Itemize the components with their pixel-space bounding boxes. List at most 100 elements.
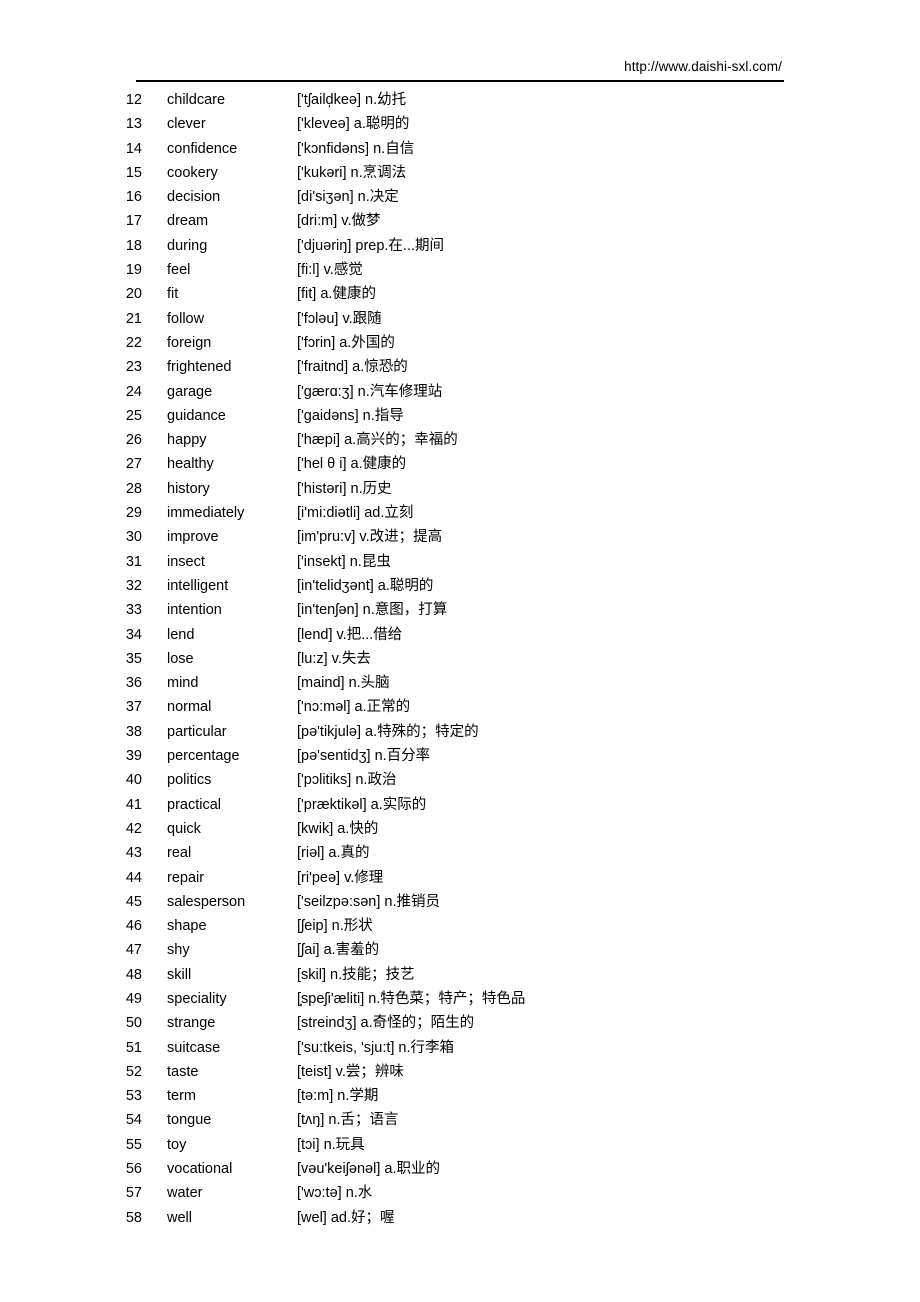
entry-number: 47 [125,942,142,959]
entry-number: 45 [125,893,142,910]
vocabulary-entry: 42 quick [kwik] a.快的 [0,817,920,841]
entry-definition: [pə'tikjulə] a.特殊的；特定的 [297,723,479,740]
vocabulary-entry: 22 foreign ['fɔrin] a.外国的 [0,331,920,355]
entry-number: 39 [125,748,142,765]
vocabulary-entry: 17 dream [dri:m] v.做梦 [0,209,920,233]
entry-word: suitcase [167,1039,221,1056]
entry-definition: [tʌŋ] n.舌；语言 [297,1112,399,1129]
vocabulary-entry: 14 confidence ['kɔnfidəns] n.自信 [0,137,920,161]
vocabulary-entry: 48 skill [skil] n.技能；技艺 [0,963,920,987]
entry-word: lose [167,650,194,667]
entry-word: decision [167,189,221,206]
entry-definition: [ʃai] a.害羞的 [297,942,380,959]
entry-number: 15 [125,164,142,181]
entry-definition: [fi:l] v.感觉 [297,262,363,279]
entry-number: 18 [125,237,142,254]
entry-definition: ['seilzpə:sən] n.推销员 [297,893,440,910]
vocabulary-entry: 37 normal ['nɔ:məl] a.正常的 [0,695,920,719]
entry-word: real [167,845,192,862]
entry-number: 54 [125,1112,142,1129]
entry-definition: [in'tenʃən] n.意图，打算 [297,602,448,619]
entry-word: practical [167,796,221,813]
entry-number: 27 [125,456,142,473]
entry-definition: [lu:z] v.失去 [297,650,371,667]
entry-word: happy [167,432,207,449]
entry-definition: [maind] n.头脑 [297,675,390,692]
entry-word: term [167,1088,196,1105]
entry-number: 26 [125,432,142,449]
vocabulary-entry: 19 feel [fi:l] v.感觉 [0,258,920,282]
document-page: http://www.daishi-sxl.com/ 12 childcare ['… [0,0,920,1302]
vocabulary-entry: 46 shape [ʃeip] n.形状 [0,914,920,938]
vocabulary-entry: 21 follow ['fɔləu] v.跟随 [0,307,920,331]
entry-number: 32 [125,577,142,594]
entry-definition: [̦speʃi'æliti] n.特色菜；特产；特色品 [297,990,526,1007]
vocabulary-entry: 38 particular [pə'tikjulə] a.特殊的；特定的 [0,720,920,744]
entry-word: normal [167,699,212,716]
entry-definition: ['fraitnd] a.惊恐的 [297,359,408,376]
entry-number: 37 [125,699,142,716]
entry-word: dream [167,213,209,230]
vocabulary-entry: 55 toy [tɔi] n.玩具 [0,1133,920,1157]
entry-number: 14 [125,140,142,157]
entry-definition: ['hel θ i] a.健康的 [297,456,407,473]
entry-number: 58 [125,1209,142,1226]
entry-word: follow [167,310,205,327]
entry-definition: [skil] n.技能；技艺 [297,966,415,983]
entry-word: lend [167,626,195,643]
vocabulary-entry: 12 childcare ['tʃaild̩keə] n.幼托 [0,88,920,112]
entry-definition: [streindʒ] a.奇怪的；陌生的 [297,1015,475,1032]
entry-word: tongue [167,1112,212,1129]
entry-word: mind [167,675,199,692]
header-divider [136,80,784,82]
entry-word: well [167,1209,192,1226]
entry-number: 21 [125,310,142,327]
vocabulary-entry: 45 salesperson ['seilzpə:sən] n.推销员 [0,890,920,914]
entry-number: 40 [125,772,142,789]
vocabulary-entry: 25 guidance ['gaidəns] n.指导 [0,404,920,428]
entry-word: insect [167,553,205,570]
entry-number: 53 [125,1088,142,1105]
vocabulary-entry: 34 lend [lend] v.把...借给 [0,623,920,647]
vocabulary-entry: 24 garage ['gærɑ:ʒ] n.汽车修理站 [0,380,920,404]
entry-word: guidance [167,407,226,424]
entry-number: 25 [125,407,142,424]
entry-number: 43 [125,845,142,862]
entry-word: intelligent [167,577,229,594]
vocabulary-entry: 44 repair [ri'peə] v.修理 [0,866,920,890]
entry-word: taste [167,1063,199,1080]
entry-number: 57 [125,1185,142,1202]
page-header: http://www.daishi-sxl.com/ [136,58,784,80]
entry-definition: ['gaidəns] n.指导 [297,407,404,424]
entry-number: 29 [125,505,142,522]
entry-number: 49 [125,990,142,1007]
entry-word: fit [167,286,179,303]
entry-word: intention [167,602,222,619]
vocabulary-entry: 31 insect ['insekt] n.昆虫 [0,550,920,574]
entry-definition: [kwik] a.快的 [297,820,379,837]
entry-word: repair [167,869,205,886]
entry-number: 23 [125,359,142,376]
entry-word: during [167,237,208,254]
vocabulary-entry: 53 term [tə:m] n.学期 [0,1084,920,1108]
vocabulary-entry: 28 history ['histəri] n.历史 [0,477,920,501]
entry-definition: ['djuəriŋ] prep.在...期间 [297,237,445,254]
entry-definition: [tə:m] n.学期 [297,1088,379,1105]
entry-definition: ['kleveə] a.聪明的 [297,116,410,133]
entry-definition: ['su:tkeis, 'sju:t] n.行李箱 [297,1039,455,1056]
vocabulary-entry: 20 fit [fit] a.健康的 [0,282,920,306]
vocabulary-entry: 30 improve [im'pru:v] v.改进；提高 [0,525,920,549]
entry-definition: ['hæpi] a.高兴的；幸福的 [297,432,458,449]
entry-number: 31 [125,553,142,570]
vocabulary-entry: 13 clever ['kleveə] a.聪明的 [0,112,920,136]
entry-word: vocational [167,1161,233,1178]
entry-number: 46 [125,918,142,935]
entry-number: 50 [125,1015,142,1032]
entry-number: 20 [125,286,142,303]
entry-definition: ['pɔlitiks] n.政治 [297,772,397,789]
entry-definition: [teist] v.尝；辨味 [297,1063,404,1080]
entry-word: healthy [167,456,214,473]
entry-number: 28 [125,480,142,497]
vocabulary-entry: 23 frightened ['fraitnd] a.惊恐的 [0,355,920,379]
entry-definition: ['nɔ:məl] a.正常的 [297,699,411,716]
